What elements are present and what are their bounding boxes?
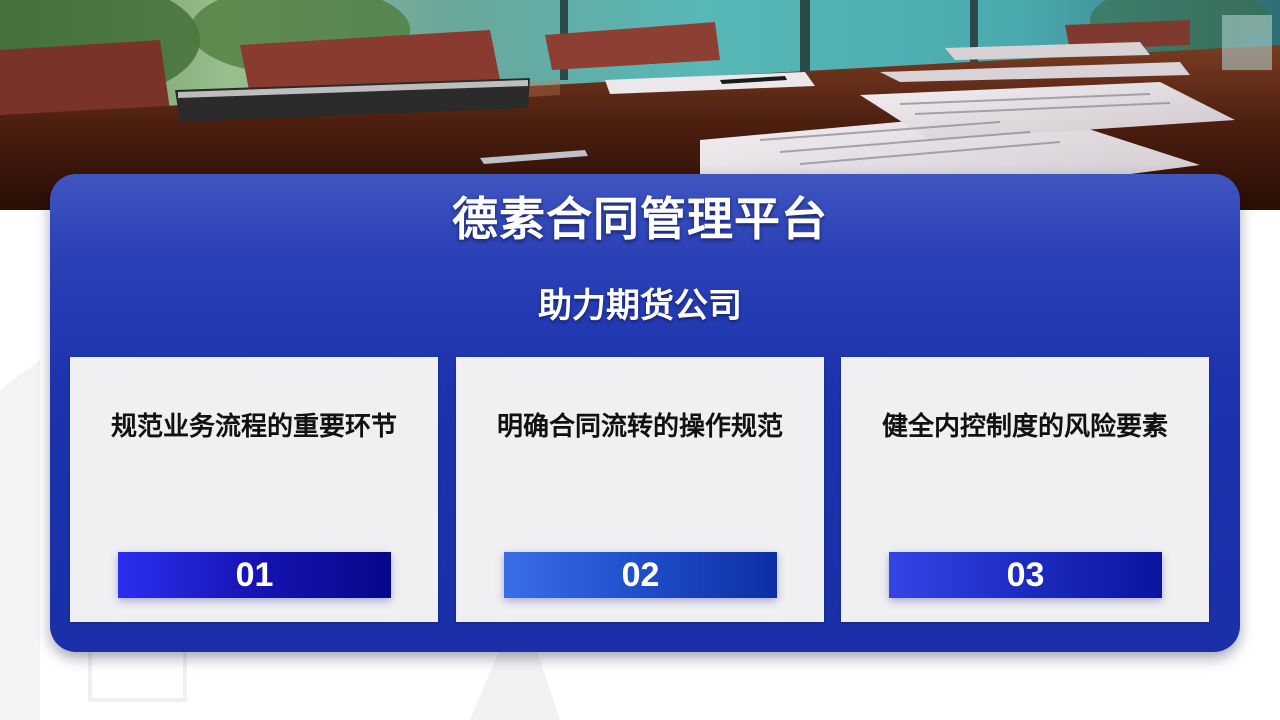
feature-card-text: 健全内控制度的风险要素 [881, 412, 1168, 442]
page-title: 德素合同管理平台 [452, 192, 828, 246]
feature-card-text: 明确合同流转的操作规范 [496, 412, 783, 442]
page-subtitle: 助力期货公司 [538, 286, 742, 326]
feature-card-number: 02 [504, 552, 777, 598]
feature-card-3: 健全内控制度的风险要素 03 [841, 357, 1209, 622]
feature-card-text: 规范业务流程的重要环节 [110, 412, 397, 442]
feature-card-number: 03 [889, 552, 1162, 598]
feature-card-number: 01 [118, 552, 391, 598]
slide: 德素合同管理平台 助力期货公司 规范业务流程的重要环节 01 明确合同流转的操作… [0, 0, 1280, 720]
feature-card-2: 明确合同流转的操作规范 02 [456, 357, 824, 622]
feature-card-1: 规范业务流程的重要环节 01 [70, 357, 438, 622]
